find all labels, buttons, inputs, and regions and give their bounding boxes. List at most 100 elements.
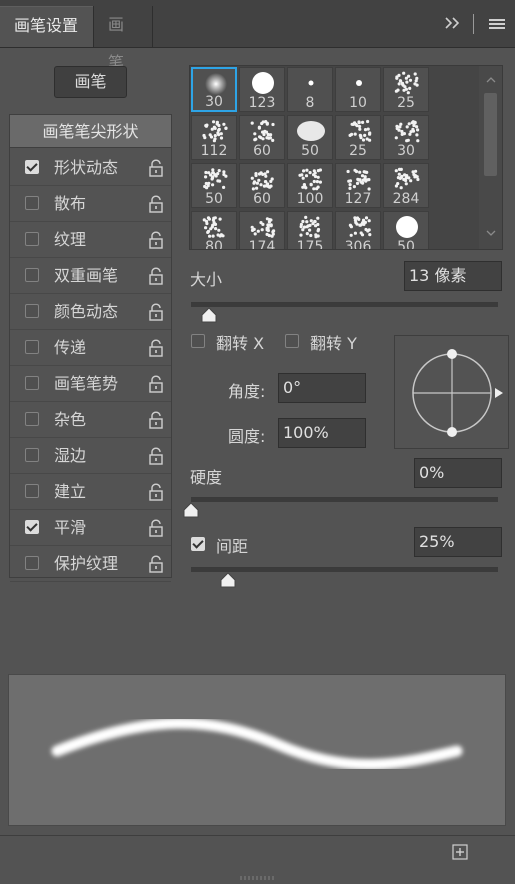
flip-y-checkbox[interactable]: [285, 334, 299, 348]
panel-tab-bar: 画笔设置 画笔: [0, 0, 515, 72]
option-row[interactable]: 双重画笔: [10, 258, 171, 294]
brush-size-label: 80: [205, 239, 223, 250]
option-checkbox[interactable]: [25, 556, 39, 570]
option-label: 画笔笔势: [54, 374, 119, 393]
option-row[interactable]: 散布: [10, 186, 171, 222]
option-checkbox[interactable]: [25, 448, 39, 462]
option-checkbox[interactable]: [25, 412, 39, 426]
brush-preset[interactable]: 30: [191, 67, 237, 112]
lock-icon[interactable]: [148, 375, 164, 393]
scroll-up-icon[interactable]: [485, 76, 497, 84]
lock-icon[interactable]: [148, 267, 164, 285]
option-checkbox[interactable]: [25, 340, 39, 354]
brush-options-list: 画笔笔尖形状 形状动态 散布 纹理 双重画笔 颜色动态传递画笔笔势杂色湿边建立平滑 保护纹…: [9, 114, 172, 582]
hardness-slider-track[interactable]: [191, 497, 498, 502]
brush-preset[interactable]: 123: [239, 67, 285, 112]
brush-preset[interactable]: 112: [191, 115, 237, 160]
roundness-field[interactable]: 100%: [278, 418, 366, 448]
option-checkbox[interactable]: [25, 268, 39, 282]
brush-tip-shape-item[interactable]: 画笔笔尖形状: [10, 115, 171, 148]
option-row[interactable]: 传递: [10, 330, 171, 366]
lock-icon[interactable]: [148, 519, 164, 537]
tab-brush-settings[interactable]: 画笔设置: [0, 6, 93, 47]
brush-preset[interactable]: 50: [287, 115, 333, 160]
new-brush-icon[interactable]: [452, 844, 468, 860]
brush-size-label: 25: [397, 95, 415, 111]
lock-icon[interactable]: [148, 555, 164, 573]
option-row[interactable]: 建立: [10, 474, 171, 510]
scrollbar-thumb[interactable]: [484, 93, 497, 176]
lock-icon[interactable]: [148, 339, 164, 357]
tab-bar-divider: [473, 14, 474, 34]
brush-preset[interactable]: 10: [335, 67, 381, 112]
spacing-checkbox[interactable]: [191, 537, 205, 551]
brushes-button[interactable]: 画笔: [54, 66, 127, 98]
brush-preset[interactable]: 25: [335, 115, 381, 160]
option-checkbox[interactable]: [25, 376, 39, 390]
option-label: 杂色: [54, 410, 87, 429]
brush-preset[interactable]: 30: [383, 115, 429, 160]
brush-preset[interactable]: 60: [239, 163, 285, 208]
roundness-label: 圆度:: [228, 427, 266, 446]
scroll-down-icon[interactable]: [485, 229, 497, 237]
brush-preset[interactable]: 100: [287, 163, 333, 208]
brush-preset[interactable]: 60: [239, 115, 285, 160]
option-label: 建立: [54, 482, 87, 501]
spacing-slider-track[interactable]: [191, 567, 498, 572]
lock-icon[interactable]: [148, 231, 164, 249]
brush-size-label: 175: [296, 239, 324, 250]
option-checkbox[interactable]: [25, 484, 39, 498]
brush-preset[interactable]: 306: [335, 211, 381, 249]
option-row[interactable]: 颜色动态: [10, 294, 171, 330]
spacing-label: 间距: [216, 537, 249, 556]
lock-icon[interactable]: [148, 447, 164, 465]
lock-icon[interactable]: [148, 303, 164, 321]
size-slider-thumb[interactable]: [200, 306, 218, 328]
size-field[interactable]: 13 像素: [404, 261, 502, 291]
lock-icon[interactable]: [148, 159, 164, 177]
brush-preset[interactable]: 174: [239, 211, 285, 249]
hardness-slider-thumb[interactable]: [182, 501, 200, 523]
lock-icon[interactable]: [148, 195, 164, 213]
resize-grip[interactable]: [240, 876, 274, 880]
option-checkbox[interactable]: [25, 232, 39, 246]
lock-icon[interactable]: [148, 411, 164, 429]
option-row[interactable]: 平滑: [10, 510, 171, 546]
brush-preset-grid: 30 123 8 10 25 112 60 50 25 30 50 60 100 127 284 80 174 1…: [189, 65, 503, 250]
brush-preset[interactable]: 50: [191, 163, 237, 208]
option-row[interactable]: 纹理: [10, 222, 171, 258]
option-row[interactable]: 杂色: [10, 402, 171, 438]
option-row[interactable]: 保护纹理: [10, 546, 171, 582]
brush-size-label: 8: [305, 95, 315, 111]
tab-brushes[interactable]: 画笔: [93, 6, 153, 72]
option-checkbox[interactable]: [25, 160, 39, 174]
spacing-slider-thumb[interactable]: [219, 571, 237, 593]
brush-preset[interactable]: 127: [335, 163, 381, 208]
grid-scrollbar[interactable]: [479, 66, 502, 249]
option-checkbox[interactable]: [25, 304, 39, 318]
option-label: 传递: [54, 338, 87, 357]
option-checkbox[interactable]: [25, 196, 39, 210]
option-checkbox[interactable]: [25, 520, 39, 534]
brush-preset[interactable]: 50: [383, 211, 429, 249]
option-row[interactable]: 湿边: [10, 438, 171, 474]
option-row[interactable]: 画笔笔势: [10, 366, 171, 402]
brush-preset[interactable]: 284: [383, 163, 429, 208]
brush-preset[interactable]: 80: [191, 211, 237, 250]
size-slider-track[interactable]: [191, 302, 498, 307]
hardness-field[interactable]: 0%: [414, 458, 502, 488]
brush-preset[interactable]: 8: [287, 67, 333, 112]
brush-size-label: 30: [205, 94, 223, 110]
brush-size-label: 284: [392, 191, 420, 207]
brush-preset[interactable]: 25: [383, 67, 429, 112]
panel-menu-icon[interactable]: [488, 16, 506, 30]
spacing-field[interactable]: 25%: [414, 527, 502, 557]
flip-x-checkbox[interactable]: [191, 334, 205, 348]
angle-roundness-widget[interactable]: [394, 335, 509, 449]
option-row[interactable]: 形状动态: [10, 150, 171, 186]
brush-size-label: 123: [248, 95, 276, 111]
brush-preset[interactable]: 175: [287, 211, 333, 250]
expand-icon[interactable]: [443, 14, 461, 32]
lock-icon[interactable]: [148, 483, 164, 501]
angle-field[interactable]: 0°: [278, 373, 366, 403]
